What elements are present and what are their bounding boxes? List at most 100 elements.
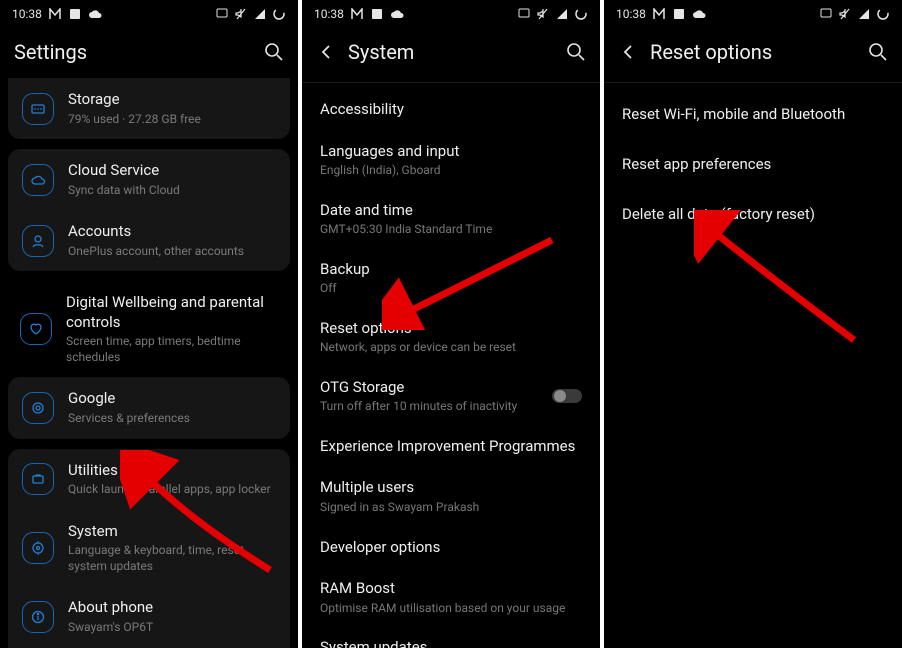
item-subtitle: Quick launch, parallel apps, app locker bbox=[68, 482, 276, 498]
system-item-developer[interactable]: Developer options bbox=[302, 527, 600, 569]
settings-item-about[interactable]: About phone Swayam's OP6T bbox=[8, 586, 290, 647]
cloud-icon bbox=[22, 164, 54, 196]
status-m-icon bbox=[48, 7, 62, 21]
status-bar: 10:38 bbox=[302, 0, 600, 28]
system-item-users[interactable]: Multiple users Signed in as Swayam Praka… bbox=[302, 467, 600, 526]
item-subtitle: Swayam's OP6T bbox=[68, 620, 276, 636]
reset-options-screen: 10:38 Reset options Reset Wi-Fi, mobile … bbox=[604, 0, 902, 648]
item-title: Cloud Service bbox=[68, 161, 276, 181]
item-subtitle: Off bbox=[320, 281, 582, 297]
status-bar: 10:38 bbox=[604, 0, 902, 28]
settings-item-storage[interactable]: Storage 79% used · 27.28 GB free bbox=[8, 78, 290, 139]
item-title: Reset app preferences bbox=[622, 155, 771, 173]
reset-item-app-prefs[interactable]: Reset app preferences bbox=[604, 139, 902, 189]
item-subtitle: Language & keyboard, time, reset, system… bbox=[68, 543, 276, 574]
status-loading-icon bbox=[574, 7, 588, 21]
item-title: Developer options bbox=[320, 538, 582, 558]
settings-group: Digital Wellbeing and parental controls … bbox=[8, 281, 290, 377]
status-cloud-icon bbox=[390, 7, 404, 21]
item-title: System updates bbox=[320, 638, 582, 648]
item-title: RAM Boost bbox=[320, 579, 582, 599]
system-item-accessibility[interactable]: Accessibility bbox=[302, 89, 600, 131]
system-item-otg[interactable]: OTG Storage Turn off after 10 minutes of… bbox=[302, 367, 600, 426]
reset-header: Reset options bbox=[604, 28, 902, 78]
search-icon[interactable] bbox=[566, 42, 586, 62]
settings-item-utilities[interactable]: Utilities Quick launch, parallel apps, a… bbox=[8, 449, 290, 510]
google-icon bbox=[22, 392, 54, 424]
back-icon[interactable] bbox=[316, 42, 336, 62]
settings-item-accounts[interactable]: Accounts OnePlus account, other accounts bbox=[8, 210, 290, 271]
system-item-languages[interactable]: Languages and input English (India), Gbo… bbox=[302, 131, 600, 190]
item-title: Multiple users bbox=[320, 478, 582, 498]
item-title: OTG Storage bbox=[320, 378, 534, 398]
item-subtitle: GMT+05:30 India Standard Time bbox=[320, 222, 582, 238]
status-bar: 10:38 bbox=[0, 0, 298, 28]
item-title: Digital Wellbeing and parental controls bbox=[66, 293, 278, 332]
settings-item-cloud[interactable]: Cloud Service Sync data with Cloud bbox=[8, 149, 290, 210]
settings-item-wellbeing[interactable]: Digital Wellbeing and parental controls … bbox=[8, 281, 290, 377]
system-item-ramboost[interactable]: RAM Boost Optimise RAM utilisation based… bbox=[302, 568, 600, 627]
status-cloud-icon bbox=[692, 7, 706, 21]
otg-toggle[interactable] bbox=[552, 389, 582, 403]
settings-group: Cloud Service Sync data with Cloud Accou… bbox=[8, 149, 290, 271]
status-time: 10:38 bbox=[616, 7, 646, 21]
item-title: System bbox=[68, 522, 276, 542]
status-image-icon bbox=[370, 7, 384, 21]
back-icon[interactable] bbox=[618, 42, 638, 62]
system-screen: 10:38 System Accessibility Languages and… bbox=[302, 0, 600, 648]
item-title: Experience Improvement Programmes bbox=[320, 437, 582, 457]
system-item-updates[interactable]: System updates bbox=[302, 627, 600, 648]
reset-list: Reset Wi-Fi, mobile and Bluetooth Reset … bbox=[604, 89, 902, 648]
status-m-icon bbox=[350, 7, 364, 21]
item-title: Reset Wi-Fi, mobile and Bluetooth bbox=[622, 105, 845, 123]
status-time: 10:38 bbox=[314, 7, 344, 21]
status-image-icon bbox=[672, 7, 686, 21]
item-title: Delete all data (factory reset) bbox=[622, 205, 815, 223]
page-title: Reset options bbox=[650, 40, 856, 64]
system-item-reset[interactable]: Reset options Network, apps or device ca… bbox=[302, 308, 600, 367]
accounts-icon bbox=[22, 225, 54, 257]
system-icon bbox=[22, 532, 54, 564]
status-cast-icon bbox=[819, 7, 833, 21]
status-mute-icon bbox=[536, 7, 550, 21]
status-signal-icon bbox=[857, 7, 871, 21]
item-subtitle: Sync data with Cloud bbox=[68, 183, 276, 199]
settings-group: Utilities Quick launch, parallel apps, a… bbox=[8, 449, 290, 648]
page-title: System bbox=[348, 40, 554, 64]
item-title: About phone bbox=[68, 598, 276, 618]
item-subtitle: 79% used · 27.28 GB free bbox=[68, 112, 276, 128]
settings-group: Google Services & preferences bbox=[8, 377, 290, 438]
item-subtitle: Services & preferences bbox=[68, 411, 276, 427]
status-cast-icon bbox=[215, 7, 229, 21]
system-item-datetime[interactable]: Date and time GMT+05:30 India Standard T… bbox=[302, 190, 600, 249]
search-icon[interactable] bbox=[264, 42, 284, 62]
reset-item-factory[interactable]: Delete all data (factory reset) bbox=[604, 189, 902, 239]
item-title: Accounts bbox=[68, 222, 276, 242]
item-subtitle: OnePlus account, other accounts bbox=[68, 244, 276, 260]
settings-item-system[interactable]: System Language & keyboard, time, reset,… bbox=[8, 510, 290, 587]
status-cloud-icon bbox=[88, 7, 102, 21]
item-title: Date and time bbox=[320, 201, 582, 221]
about-icon bbox=[22, 601, 54, 633]
settings-item-google[interactable]: Google Services & preferences bbox=[8, 377, 290, 438]
status-signal-icon bbox=[555, 7, 569, 21]
status-time: 10:38 bbox=[12, 7, 42, 21]
item-title: Reset options bbox=[320, 319, 582, 339]
item-subtitle: Screen time, app timers, bedtime schedul… bbox=[66, 334, 278, 365]
settings-group: Storage 79% used · 27.28 GB free bbox=[8, 78, 290, 139]
system-item-experience[interactable]: Experience Improvement Programmes bbox=[302, 426, 600, 468]
settings-screen: 10:38 Settings Storage 79% used · 27.28 … bbox=[0, 0, 298, 648]
storage-icon bbox=[22, 93, 54, 125]
system-item-backup[interactable]: Backup Off bbox=[302, 249, 600, 308]
item-title: Utilities bbox=[68, 461, 276, 481]
reset-item-wifi[interactable]: Reset Wi-Fi, mobile and Bluetooth bbox=[604, 89, 902, 139]
item-subtitle: English (India), Gboard bbox=[320, 163, 582, 179]
item-title: Google bbox=[68, 389, 276, 409]
status-m-icon bbox=[652, 7, 666, 21]
search-icon[interactable] bbox=[868, 42, 888, 62]
status-signal-icon bbox=[253, 7, 267, 21]
item-title: Accessibility bbox=[320, 100, 582, 120]
item-title: Languages and input bbox=[320, 142, 582, 162]
item-title: Backup bbox=[320, 260, 582, 280]
status-loading-icon bbox=[876, 7, 890, 21]
